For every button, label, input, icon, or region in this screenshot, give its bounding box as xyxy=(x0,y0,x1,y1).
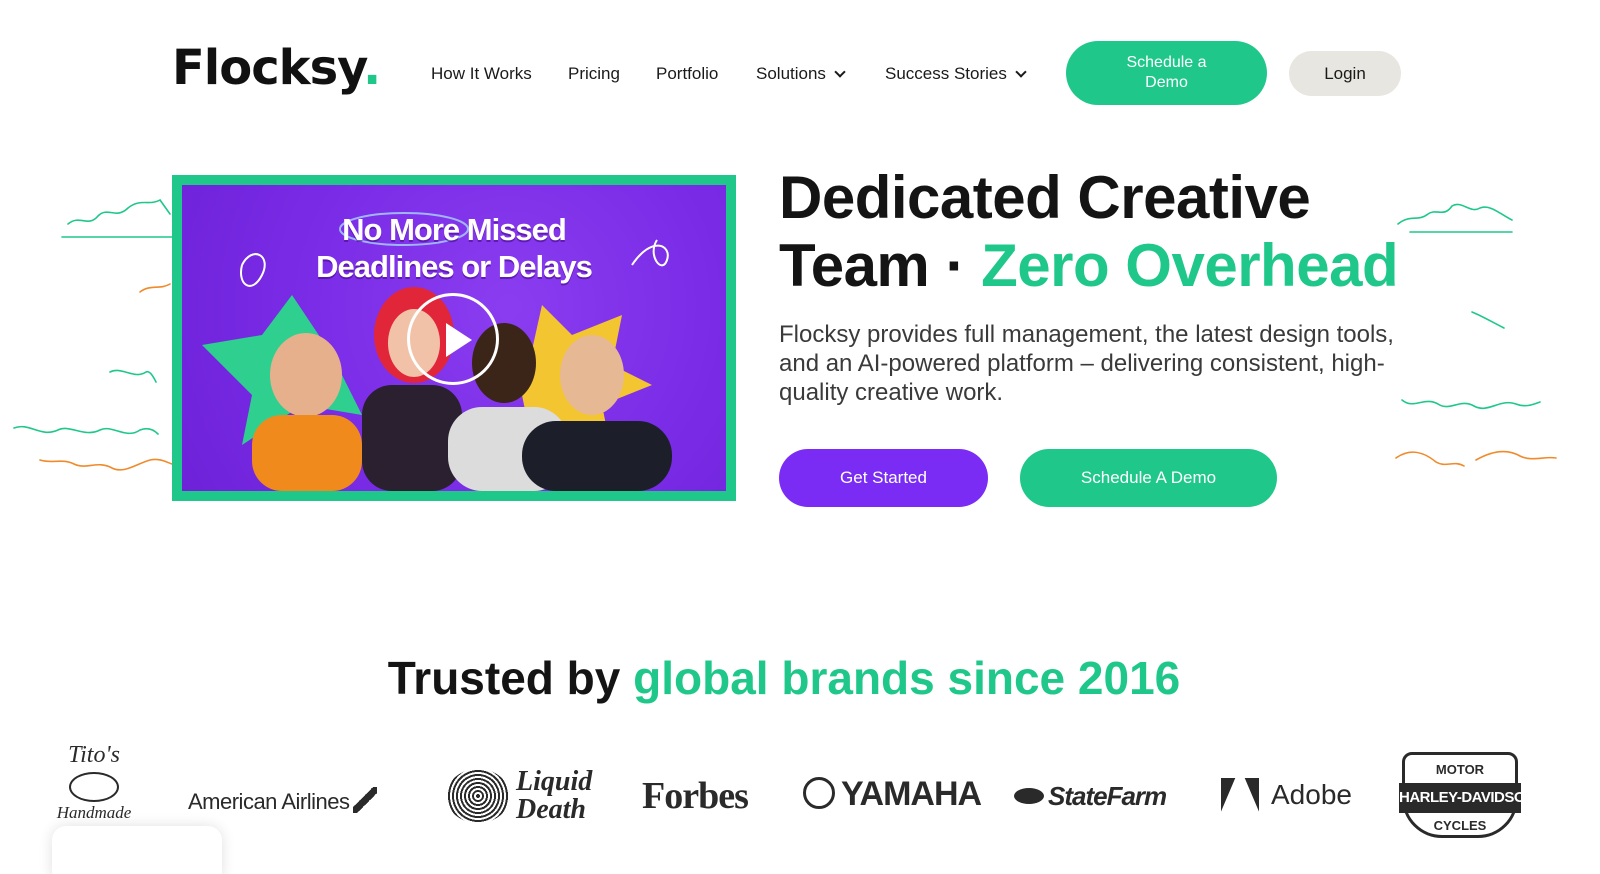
nav-success-stories-dropdown[interactable]: Success Stories xyxy=(885,64,1027,84)
video-title-line1: No More Missed xyxy=(342,212,567,247)
nav-how-it-works[interactable]: How It Works xyxy=(431,64,532,84)
button-label: Schedule a Demo xyxy=(1126,54,1207,91)
liquid-death-logo: Liquid Death xyxy=(446,768,592,824)
nav-label: Pricing xyxy=(568,64,620,83)
nav-solutions-dropdown[interactable]: Solutions xyxy=(756,64,846,84)
adobe-mark-icon xyxy=(1221,777,1259,812)
chevron-down-icon xyxy=(1015,66,1027,78)
titos-top-text: Tito's xyxy=(68,742,120,768)
hero-title-line1: Dedicated Creative xyxy=(779,164,1311,231)
state-farm-logo: StateFarm xyxy=(1014,781,1167,812)
hero-video-player[interactable]: No More Missed Deadlines or Delays xyxy=(172,175,736,501)
harley-davidson-logo: MOTOR HARLEY-DAVIDSON CYCLES xyxy=(1399,752,1536,838)
hd-bottom-text: CYCLES xyxy=(1433,818,1487,833)
button-label: Login xyxy=(1324,64,1366,83)
play-icon[interactable] xyxy=(407,293,499,385)
schedule-demo-button[interactable]: Schedule A Demo xyxy=(1020,449,1277,507)
nav-label: Portfolio xyxy=(656,64,719,83)
top-navigation: Flocksy. How It Works Pricing Portfolio … xyxy=(0,0,1600,150)
american-airlines-logo: American Airlines xyxy=(188,783,378,815)
yamaha-logo: YAMAHA xyxy=(803,775,982,814)
nav-label: Success Stories xyxy=(885,64,1007,83)
hd-top-text: MOTOR xyxy=(1435,762,1485,777)
titos-badge-icon xyxy=(69,772,119,802)
american-airlines-mark-icon xyxy=(353,787,378,813)
yamaha-text: YAMAHA xyxy=(841,775,982,813)
button-label: Get Started xyxy=(840,468,927,487)
adobe-logo: Adobe xyxy=(1221,777,1352,814)
video-title: No More Missed Deadlines or Delays xyxy=(182,211,726,285)
logo-dot: . xyxy=(363,40,381,96)
nav-label: How It Works xyxy=(431,64,532,83)
hd-mid-text: HARLEY-DAVIDSON xyxy=(1399,783,1536,813)
titos-logo: Tito's Handmade xyxy=(52,740,136,824)
american-airlines-text: American Airlines xyxy=(188,789,350,814)
flocksy-logo[interactable]: Flocksy. xyxy=(172,40,381,96)
hero-title: Dedicated Creative Team · Zero Overhead xyxy=(779,164,1399,300)
yamaha-tuning-fork-icon xyxy=(803,777,835,810)
schedule-demo-button-header[interactable]: Schedule a Demo xyxy=(1066,41,1267,105)
nav-label: Solutions xyxy=(756,64,826,83)
hero-title-accent: Zero Overhead xyxy=(981,232,1399,299)
hero-title-team: Team · xyxy=(779,232,982,299)
hero-description: Flocksy provides full management, the la… xyxy=(779,321,1394,406)
logo-text: Flocksy xyxy=(172,40,364,96)
trusted-accent: global brands since 2016 xyxy=(633,652,1181,704)
state-farm-text: StateFarm xyxy=(1048,781,1167,811)
nav-portfolio[interactable]: Portfolio xyxy=(656,64,718,84)
chevron-down-icon xyxy=(834,66,846,78)
liquid-death-text: Liquid Death xyxy=(516,766,593,825)
chat-widget-card[interactable] xyxy=(52,826,222,874)
nav-pricing[interactable]: Pricing xyxy=(568,64,620,84)
hero-title-line2: Team · Zero Overhead xyxy=(779,232,1399,300)
video-title-line2: Deadlines or Delays xyxy=(316,249,593,284)
forbes-logo: Forbes xyxy=(642,775,749,817)
adobe-text: Adobe xyxy=(1271,779,1352,810)
state-farm-ovals-icon xyxy=(1014,788,1044,805)
button-label: Schedule A Demo xyxy=(1080,468,1217,487)
titos-bottom-text: Handmade xyxy=(56,803,132,822)
trusted-heading: Trusted by global brands since 2016 xyxy=(0,648,1568,708)
video-thumbnail: No More Missed Deadlines or Delays xyxy=(182,185,726,491)
get-started-button[interactable]: Get Started xyxy=(779,449,988,507)
login-button[interactable]: Login xyxy=(1289,51,1401,96)
skull-icon xyxy=(446,769,510,823)
trusted-prefix: Trusted by xyxy=(387,652,634,704)
